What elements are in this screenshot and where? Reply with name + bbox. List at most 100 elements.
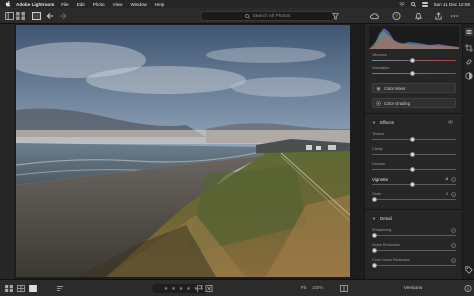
star-icon[interactable]: ★ [186, 286, 190, 292]
grain-label: Grain [372, 192, 382, 196]
photo-grid-icon[interactable] [5, 285, 13, 292]
star-icon[interactable]: ★ [171, 286, 175, 292]
forward-arrow-icon[interactable] [58, 12, 67, 20]
grain-slider[interactable]: Grain 0 [372, 192, 456, 202]
chevron-down-icon: ▼ [372, 215, 376, 221]
vibrance-slider[interactable]: Vibrance [372, 53, 456, 63]
vignette-slider[interactable]: Vignette -8 [372, 177, 456, 187]
sharpening-slider[interactable]: Sharpening [372, 228, 456, 238]
cloud-sync-icon[interactable] [370, 12, 379, 20]
sidebar-toggle-icon[interactable] [5, 12, 14, 20]
vibrance-knob[interactable] [409, 58, 415, 63]
color-mixer-label: Color Mixer [384, 85, 406, 91]
grid-view-icon[interactable] [16, 12, 25, 20]
app-menu[interactable]: Adobe Lightroom [16, 2, 54, 7]
grain-knob[interactable] [372, 197, 377, 202]
noise-reduction-slider[interactable]: Noise Reduction [372, 243, 456, 253]
photo-canvas[interactable] [16, 25, 350, 277]
search-icon [244, 13, 250, 19]
compare-icon[interactable] [340, 285, 348, 292]
histogram [369, 26, 459, 49]
color-noise-reduction-options-icon[interactable] [451, 258, 456, 263]
effects-section-header[interactable]: ▼ Effects [365, 117, 463, 127]
apple-icon[interactable] [5, 1, 11, 7]
flag-icon[interactable] [196, 285, 204, 292]
color-grading-label: Color Grading [384, 100, 411, 106]
back-arrow-icon[interactable] [46, 12, 55, 20]
more-options-icon[interactable] [450, 12, 459, 20]
noise-reduction-label: Noise Reduction [372, 243, 400, 247]
detail-section-header[interactable]: ▼ Detail [365, 213, 463, 223]
star-icon[interactable]: ★ [179, 286, 183, 292]
grain-options-icon[interactable] [451, 192, 456, 197]
color-mixer-button[interactable]: Color Mixer [372, 83, 456, 93]
saturation-knob[interactable] [409, 71, 415, 76]
menu-file[interactable]: File [61, 2, 68, 7]
menubar-clock[interactable]: Sun 11 Dec 12:06 [434, 2, 470, 7]
texture-label: Texture [372, 132, 385, 136]
search-field[interactable]: Search All Photos [200, 11, 335, 21]
noise-reduction-options-icon[interactable] [451, 243, 456, 248]
healing-brush-icon[interactable] [465, 58, 473, 66]
dehaze-slider[interactable]: Dehaze [372, 162, 456, 172]
clarity-knob[interactable] [409, 152, 415, 157]
menu-photo[interactable]: Photo [93, 2, 105, 7]
menu-help[interactable]: Help [155, 2, 164, 7]
color-mixer-icon [376, 86, 381, 91]
color-noise-reduction-slider[interactable]: Color Noise Reduction [372, 258, 456, 268]
reject-icon[interactable] [205, 285, 213, 292]
square-grid-icon[interactable] [17, 285, 25, 292]
bottom-bar: ★ ★ ★ ★ ★ Fit 100% Versions [0, 279, 474, 296]
sharpening-knob[interactable] [372, 233, 377, 238]
detail-view-icon[interactable] [32, 12, 41, 20]
menu-view[interactable]: View [113, 2, 123, 7]
saturation-label: Saturation [372, 66, 390, 70]
search-placeholder: Search All Photos [252, 13, 291, 19]
tag-icon[interactable] [465, 266, 473, 274]
help-icon[interactable]: ? [392, 12, 401, 20]
sort-icon[interactable] [56, 285, 64, 292]
search-menubar-icon[interactable] [410, 1, 416, 7]
effects-title: Effects [379, 119, 394, 125]
share-icon[interactable] [434, 12, 443, 20]
dehaze-knob[interactable] [409, 167, 415, 172]
menubar: Adobe Lightroom File Edit Photo View Win… [0, 0, 474, 8]
filter-icon[interactable] [332, 13, 339, 20]
zoom-level[interactable]: 100% [312, 285, 323, 290]
control-center-icon[interactable] [421, 1, 428, 7]
vignette-options-icon[interactable] [451, 177, 456, 182]
info-icon[interactable] [464, 285, 472, 292]
vignette-value[interactable]: -8 [445, 177, 448, 181]
saturation-slider[interactable]: Saturation [372, 66, 456, 76]
clarity-label: Clarity [372, 147, 383, 151]
crop-icon[interactable] [465, 44, 473, 52]
toolbar: Search All Photos ? [0, 8, 474, 24]
texture-knob[interactable] [409, 137, 415, 142]
clarity-slider[interactable]: Clarity [372, 147, 456, 157]
versions-label: Versions [403, 286, 423, 291]
color-noise-reduction-knob[interactable] [372, 263, 377, 268]
star-icon[interactable]: ★ [164, 286, 168, 292]
color-grading-icon [376, 100, 381, 106]
grain-value[interactable]: 0 [446, 192, 448, 196]
wifi-icon[interactable] [398, 1, 405, 7]
versions-button[interactable]: Versions [364, 282, 462, 295]
bell-icon[interactable] [414, 12, 423, 20]
left-panel-collapsed [0, 24, 14, 279]
vignette-knob[interactable] [409, 182, 415, 187]
color-noise-reduction-label: Color Noise Reduction [372, 258, 410, 262]
single-image-icon[interactable] [29, 285, 37, 292]
color-grading-button[interactable]: Color Grading [372, 98, 456, 108]
noise-reduction-knob[interactable] [372, 248, 377, 253]
svg-text:?: ? [395, 14, 398, 20]
edit-sliders-icon[interactable] [465, 28, 473, 36]
coastal-landscape-photo [16, 25, 350, 277]
menu-window[interactable]: Window [131, 2, 147, 7]
fit-label[interactable]: Fit [301, 285, 306, 290]
masking-icon[interactable] [465, 72, 473, 80]
menu-edit[interactable]: Edit [77, 2, 85, 7]
vibrance-label: Vibrance [372, 53, 387, 57]
texture-slider[interactable]: Texture [372, 132, 456, 142]
sharpening-options-icon[interactable] [451, 228, 456, 233]
eye-icon[interactable] [448, 120, 453, 124]
